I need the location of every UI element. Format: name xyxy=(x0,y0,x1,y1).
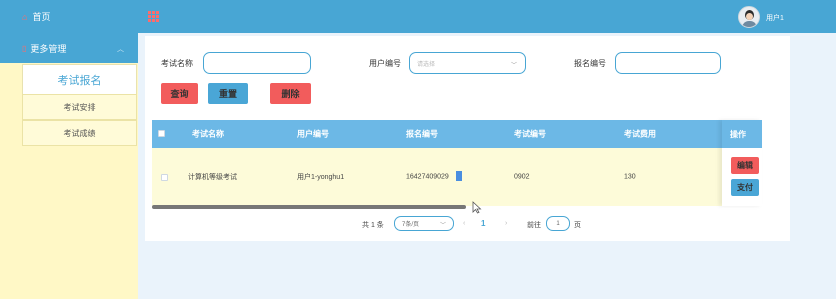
column-header: 考试名称 xyxy=(192,129,224,139)
user-no-placeholder: 请选择 xyxy=(417,61,436,68)
sidebar-item-home[interactable]: ⌂ 首页 xyxy=(0,0,138,33)
table-header: 考试名称 用户编号 报名编号 考试编号 考试费用 xyxy=(152,120,762,148)
text-selection-caret xyxy=(456,171,462,181)
home-icon: ⌂ xyxy=(22,11,28,22)
chevron-up-icon: ︿ xyxy=(117,46,124,53)
cell-exam-no: 0902 xyxy=(514,173,530,181)
column-header: 报名编号 xyxy=(406,129,438,139)
sidebar-item-label: 首页 xyxy=(32,12,51,22)
pay-button[interactable]: 支付 xyxy=(731,179,759,196)
query-button[interactable]: 查询 xyxy=(161,83,198,104)
operation-column: 操作 编辑 支付 xyxy=(722,120,762,206)
sidebar-item-exam-schedule[interactable]: 考试安排 xyxy=(22,94,137,120)
select-all-checkbox[interactable] xyxy=(158,130,165,137)
chevron-down-icon: ﹀ xyxy=(510,63,517,69)
avatar[interactable] xyxy=(738,6,760,28)
sidebar-item-exam-registration[interactable]: 考试报名 xyxy=(22,64,137,95)
top-bar: 用户1 xyxy=(138,0,836,33)
pagination-total: 共 1 条 xyxy=(362,222,384,229)
prev-page-icon[interactable]: ‹ xyxy=(463,220,465,227)
next-page-icon[interactable]: › xyxy=(505,220,507,227)
page-size-value: 7条/页 xyxy=(402,222,420,228)
sidebar-item-label: 更多管理 xyxy=(30,43,67,54)
user-no-label: 用户编号 xyxy=(369,59,401,68)
reg-no-label: 报名编号 xyxy=(574,59,606,68)
cell-reg-no: 16427409029 xyxy=(406,173,449,181)
horizontal-scrollbar[interactable] xyxy=(152,205,466,209)
goto-page-input[interactable]: 1 xyxy=(546,216,570,231)
delete-button[interactable]: 删除 xyxy=(270,83,311,104)
document-icon: ▯ xyxy=(22,43,27,53)
cell-exam-name: 计算机等级考试 xyxy=(188,174,237,181)
goto-suffix: 页 xyxy=(574,222,581,229)
cell-user-no: 用户1-yonghu1 xyxy=(297,174,345,181)
sidebar-item-more-management[interactable]: ▯ 更多管理 ︿ xyxy=(0,33,138,63)
row-checkbox[interactable] xyxy=(161,174,168,181)
menu-grid-icon[interactable] xyxy=(148,11,159,22)
reg-no-input[interactable] xyxy=(615,52,721,74)
column-header: 操作 xyxy=(722,120,762,148)
cell-fee: 130 xyxy=(624,173,636,181)
user-name[interactable]: 用户1 xyxy=(766,13,784,23)
sidebar-item-exam-scores[interactable]: 考试成绩 xyxy=(22,120,137,146)
chevron-down-icon: ﹀ xyxy=(439,223,446,229)
sidebar-item-label: 考试报名 xyxy=(57,74,102,87)
column-header: 考试费用 xyxy=(624,129,656,139)
column-header: 用户编号 xyxy=(297,129,329,139)
current-page[interactable]: 1 xyxy=(481,219,485,228)
page-size-select[interactable]: 7条/页 ﹀ xyxy=(394,216,454,231)
column-header: 考试编号 xyxy=(514,129,546,139)
edit-button[interactable]: 编辑 xyxy=(731,157,759,174)
goto-prefix: 前往 xyxy=(527,222,541,229)
sidebar-item-label: 考试成绩 xyxy=(63,128,96,138)
mouse-cursor-icon xyxy=(472,201,482,214)
exam-name-input[interactable] xyxy=(203,52,311,74)
reset-button[interactable]: 重置 xyxy=(208,83,248,104)
user-no-select[interactable]: 请选择 ﹀ xyxy=(409,52,526,74)
sidebar-item-label: 考试安排 xyxy=(63,102,96,112)
sidebar: ⌂ 首页 ▯ 更多管理 ︿ 考试报名 考试安排 考试成绩 xyxy=(0,0,138,299)
exam-name-label: 考试名称 xyxy=(161,59,193,68)
